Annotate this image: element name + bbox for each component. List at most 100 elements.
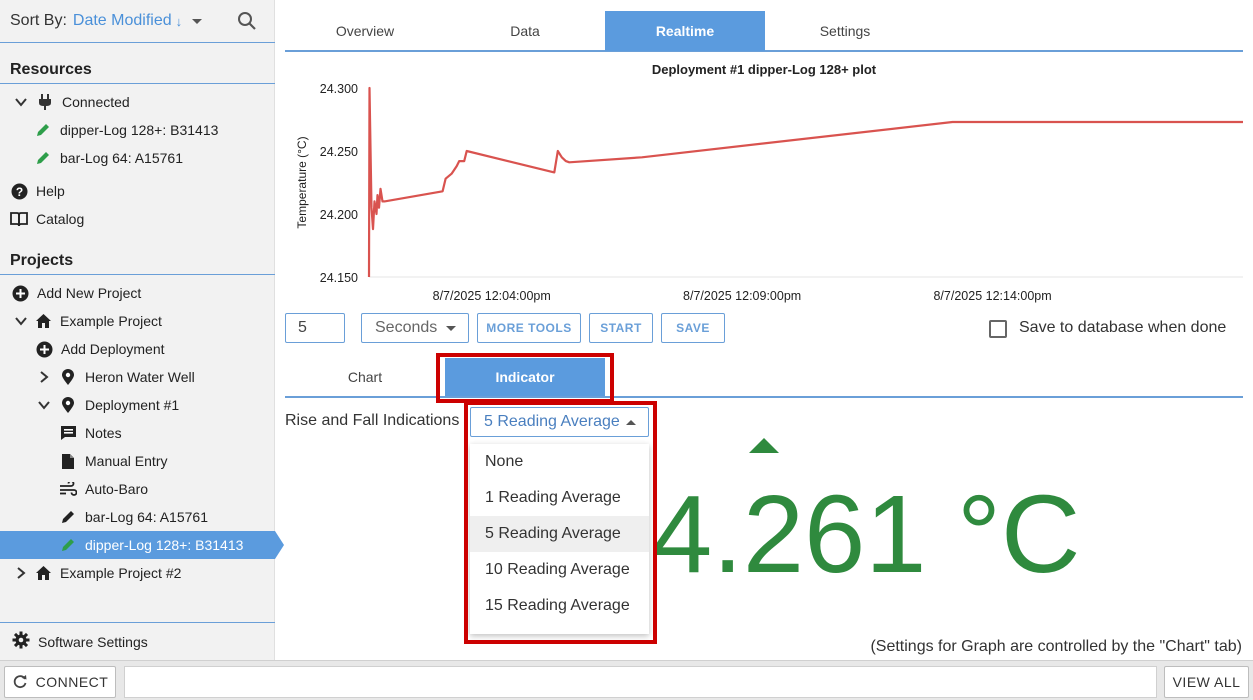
- tree-item-label: Example Project: [60, 313, 162, 329]
- file-icon: [59, 452, 77, 470]
- connect-button[interactable]: CONNECT: [4, 666, 116, 698]
- tab-realtime[interactable]: Realtime: [605, 11, 765, 51]
- tree-item-connected[interactable]: Connected: [0, 88, 275, 116]
- software-settings-label: Software Settings: [38, 633, 148, 650]
- pencil-icon: [34, 121, 52, 139]
- tree-item-example-project-2[interactable]: Example Project #2: [0, 559, 275, 587]
- chevron-down-icon[interactable]: [12, 312, 30, 330]
- tree-item-dipper-log-deployment[interactable]: dipper-Log 128+: B31413: [0, 531, 284, 559]
- book-icon: [10, 210, 28, 228]
- status-input[interactable]: [124, 666, 1157, 698]
- plus-circle-icon: [35, 340, 53, 358]
- chevron-right-icon[interactable]: [35, 368, 53, 386]
- tree-item-label: Manual Entry: [85, 453, 168, 469]
- indicator-value: 24.261 °C: [590, 473, 1081, 596]
- tree-item-label: Connected: [62, 94, 130, 110]
- tree-item-bar-log-deployment[interactable]: bar-Log 64: A15761: [0, 503, 275, 531]
- notes-icon: [59, 424, 77, 442]
- tree-item-catalog[interactable]: Catalog: [0, 205, 275, 233]
- home-icon: [34, 564, 52, 582]
- tree-item-label: dipper-Log 128+: B31413: [60, 122, 219, 138]
- interval-input[interactable]: 5: [285, 313, 345, 343]
- chevron-down-icon[interactable]: [12, 93, 30, 111]
- pencil-icon: [59, 536, 77, 554]
- add-deployment-button[interactable]: Add Deployment: [0, 335, 275, 363]
- tree-item-example-project[interactable]: Example Project: [0, 307, 275, 335]
- chevron-down-icon: [446, 326, 456, 331]
- y-tick-label: 24.150: [320, 271, 358, 285]
- tree-item-bar-log[interactable]: bar-Log 64: A15761: [0, 144, 275, 172]
- tree-item-label: Help: [36, 183, 65, 199]
- interval-unit-value: Seconds: [375, 319, 438, 336]
- save-to-db-label: Save to database when done: [1019, 319, 1227, 336]
- tab-data[interactable]: Data: [445, 11, 605, 51]
- temperature-series-line: [367, 86, 1243, 278]
- view-tabs: Chart Indicator: [285, 356, 1243, 398]
- tree-item-label: bar-Log 64: A15761: [85, 509, 208, 525]
- interval-unit-select[interactable]: Seconds: [361, 313, 469, 343]
- start-button[interactable]: START: [589, 313, 653, 343]
- search-icon[interactable]: [237, 11, 257, 36]
- save-to-db-checkbox[interactable]: [989, 320, 1007, 338]
- plug-icon: [36, 93, 54, 111]
- tree-item-label: Auto-Baro: [85, 481, 149, 497]
- realtime-chart: 24.300 24.250 24.200 24.150 8/7/2025 12:04:0…: [295, 82, 1243, 303]
- save-button[interactable]: SAVE: [661, 313, 725, 343]
- tree-item-manual-entry[interactable]: Manual Entry: [0, 447, 275, 475]
- home-icon: [34, 312, 52, 330]
- graph-settings-footnote: (Settings for Graph are controlled by th…: [870, 638, 1242, 655]
- refresh-icon: [12, 673, 28, 692]
- y-tick-label: 24.250: [320, 145, 358, 159]
- pencil-icon: [59, 508, 77, 526]
- location-pin-icon: [59, 368, 77, 386]
- view-all-button[interactable]: VIEW ALL: [1164, 666, 1249, 698]
- y-tick-label: 24.200: [320, 208, 358, 222]
- x-tick-label: 8/7/2025 12:09:00pm: [683, 289, 801, 303]
- tree-item-help[interactable]: ? Help: [0, 177, 275, 205]
- projects-heading: Projects: [0, 249, 275, 275]
- tree-item-label: Add Deployment: [61, 341, 165, 357]
- chart-title: Deployment #1 dipper-Log 128+ plot: [651, 62, 877, 77]
- tab-settings[interactable]: Settings: [765, 11, 925, 51]
- highlight-box-indicator-tab: [436, 353, 614, 403]
- pencil-icon: [34, 149, 52, 167]
- tree-item-deployment-1[interactable]: Deployment #1: [0, 391, 275, 419]
- main-tabs: Overview Data Realtime Settings: [285, 11, 1243, 52]
- tree-item-label: Catalog: [36, 211, 85, 227]
- tree-item-heron-water-well[interactable]: Heron Water Well: [0, 363, 275, 391]
- tree-item-label: Deployment #1: [85, 397, 180, 413]
- sidebar: Sort By: Date Modified ↓ Resources Conne…: [0, 0, 284, 660]
- more-tools-button[interactable]: MORE TOOLS: [477, 313, 581, 343]
- tree-item-label: Example Project #2: [60, 565, 182, 581]
- sort-direction-icon[interactable]: ↓: [176, 14, 183, 29]
- sort-bar: Sort By: Date Modified ↓: [0, 0, 275, 43]
- chevron-down-icon[interactable]: [35, 396, 53, 414]
- tab-overview[interactable]: Overview: [285, 11, 445, 51]
- tree-item-dipper-log[interactable]: dipper-Log 128+: B31413: [0, 116, 275, 144]
- chevron-right-icon[interactable]: [12, 564, 30, 582]
- x-tick-label: 8/7/2025 12:04:00pm: [433, 289, 551, 303]
- tab-chart[interactable]: Chart: [285, 358, 445, 396]
- sort-dropdown-caret-icon[interactable]: [192, 18, 203, 24]
- tree-item-label: bar-Log 64: A15761: [60, 150, 183, 166]
- x-tick-label: 8/7/2025 12:14:00pm: [933, 289, 1051, 303]
- plus-circle-icon: [11, 284, 29, 302]
- tree-item-label: Notes: [85, 425, 122, 441]
- gear-icon: [12, 631, 30, 652]
- help-icon: ?: [10, 182, 28, 200]
- sort-value[interactable]: Date Modified: [73, 12, 172, 30]
- add-new-project-button[interactable]: Add New Project: [0, 279, 275, 307]
- tree-item-notes[interactable]: Notes: [0, 419, 275, 447]
- location-pin-icon: [59, 396, 77, 414]
- sort-label: Sort By:: [10, 12, 67, 29]
- rise-fall-label: Rise and Fall Indications: [285, 412, 460, 429]
- tree-item-label: Add New Project: [37, 285, 142, 301]
- tree-item-auto-baro[interactable]: Auto-Baro: [0, 475, 275, 503]
- software-settings-button[interactable]: Software Settings: [0, 622, 275, 660]
- svg-text:?: ?: [15, 185, 22, 199]
- y-axis-label: Temperature (°C): [295, 136, 309, 228]
- tree-item-label: dipper-Log 128+: B31413: [85, 537, 244, 553]
- tree-item-label: Heron Water Well: [85, 369, 195, 385]
- y-tick-label: 24.300: [320, 82, 358, 96]
- wind-icon: [59, 480, 77, 498]
